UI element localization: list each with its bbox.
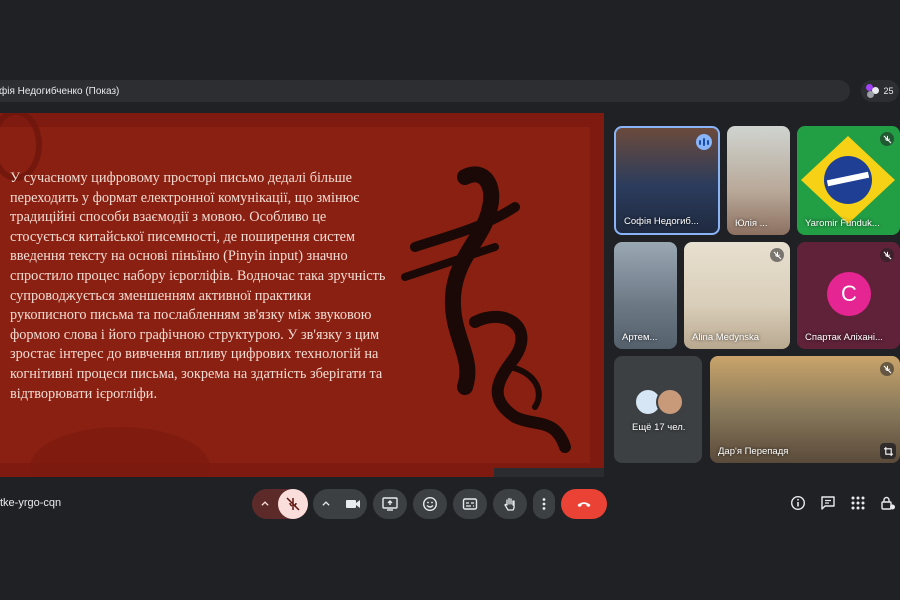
mic-off-icon <box>770 248 784 262</box>
captions-icon <box>462 498 478 510</box>
chat-button[interactable] <box>819 494 837 512</box>
participant-tile[interactable]: Дар'я Перепадя <box>710 356 900 463</box>
shared-screen: У сучасному цифровому просторі письмо де… <box>0 113 604 477</box>
more-options-button[interactable] <box>533 489 555 519</box>
participant-name: Софія Недогиб... <box>624 216 699 227</box>
activities-button[interactable] <box>849 494 867 512</box>
participant-name: Юлія ... <box>735 218 768 229</box>
participant-tile[interactable]: Alina Medynska <box>684 242 790 349</box>
avatar: С <box>827 272 871 316</box>
host-controls-icon <box>881 496 895 510</box>
leave-call-button[interactable] <box>561 489 607 519</box>
mic-off-icon <box>880 132 894 146</box>
emoji-icon <box>422 496 438 512</box>
participant-name: Дар'я Перепадя <box>718 446 789 457</box>
avatar <box>656 388 684 416</box>
participant-count-button[interactable]: 25 <box>861 80 899 102</box>
participant-name: Alina Medynska <box>692 332 760 343</box>
mic-off-icon <box>880 248 894 262</box>
participant-tile[interactable]: Софія Недогиб... <box>614 126 720 235</box>
raise-hand-button[interactable] <box>493 489 527 519</box>
chat-icon <box>821 496 835 510</box>
present-screen-icon <box>382 497 398 511</box>
camera-options-button[interactable] <box>313 499 339 509</box>
participant-name: Артем... <box>622 332 658 343</box>
participant-tile[interactable]: Yaromir Funduk... <box>797 126 900 235</box>
chevron-up-icon <box>261 501 269 506</box>
presenter-bar: фія Недогибченко (Показ) <box>0 80 850 102</box>
captions-button[interactable] <box>453 489 487 519</box>
participant-tile[interactable]: Юлія ... <box>727 126 790 235</box>
crop-icon[interactable] <box>880 443 896 459</box>
slide-text: У сучасному цифровому просторі письмо де… <box>10 170 386 402</box>
mic-off-icon <box>880 362 894 376</box>
raise-hand-icon <box>504 497 515 511</box>
mic-control-group <box>252 489 308 519</box>
more-participants-label: Ещё 17 чел. <box>632 422 686 433</box>
mic-options-button[interactable] <box>252 499 278 509</box>
presenter-label: фія Недогибченко (Показ) <box>0 85 120 97</box>
hang-up-icon <box>577 502 591 507</box>
participant-name: Спартак Аліхані... <box>805 332 883 343</box>
slide-overlay-edge <box>494 468 604 477</box>
more-participants-tile[interactable]: Ещё 17 чел. <box>614 356 702 463</box>
camera-control-group <box>313 489 367 519</box>
apps-grid-icon <box>851 496 865 510</box>
meeting-info-button[interactable] <box>789 494 807 512</box>
participant-count: 25 <box>883 86 894 96</box>
calligraphy-image <box>401 166 571 453</box>
participants-avatars-icon <box>866 84 880 98</box>
reactions-button[interactable] <box>413 489 447 519</box>
mic-toggle-button[interactable] <box>278 489 308 519</box>
speaking-indicator-icon <box>696 134 712 150</box>
meeting-code: tke-yrgo-cqn <box>0 497 62 509</box>
camera-toggle-button[interactable] <box>339 496 367 512</box>
participant-tile[interactable]: С Спартак Аліхані... <box>797 242 900 349</box>
decorative-dragon <box>30 427 210 477</box>
video-camera-icon <box>346 500 360 508</box>
more-vertical-icon <box>542 498 546 510</box>
present-button[interactable] <box>373 489 407 519</box>
info-icon <box>790 495 806 511</box>
participant-tile[interactable]: Артем... <box>614 242 677 349</box>
host-controls-button[interactable] <box>879 494 897 512</box>
mic-off-icon <box>286 497 300 511</box>
chevron-up-icon <box>322 501 330 506</box>
participant-name: Yaromir Funduk... <box>805 218 880 229</box>
